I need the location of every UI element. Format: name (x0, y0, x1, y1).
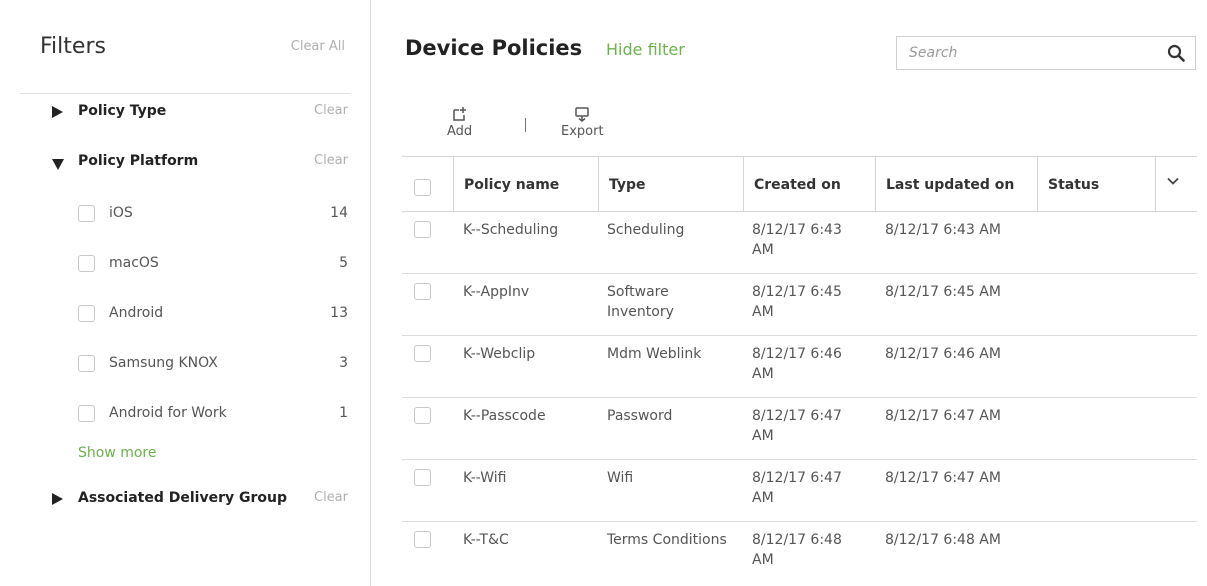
add-label: Add (447, 124, 473, 139)
column-last-updated-on[interactable]: Last updated on (875, 157, 1037, 211)
table-row[interactable]: K--AppInv Software Inventory 8/12/17 6:4… (402, 274, 1197, 336)
checkbox[interactable] (78, 355, 95, 372)
option-count: 1 (339, 405, 348, 421)
table-row[interactable]: K--Wifi Wifi 8/12/17 6:47 AM 8/12/17 6:4… (402, 460, 1197, 522)
option-label: Samsung KNOX (109, 355, 218, 371)
column-label: Policy name (464, 177, 560, 193)
table-header: Policy name Type Created on Last updated… (402, 156, 1197, 212)
column-label: Last updated on (886, 177, 1015, 193)
table-row[interactable]: K--T&C Terms Conditions 8/12/17 6:48 AM … (402, 522, 1197, 584)
column-label: Status (1048, 177, 1100, 193)
column-chooser (1155, 157, 1197, 211)
expand-down-icon (52, 159, 64, 170)
filters-title: Filters (40, 34, 106, 59)
clear-policy-platform-button[interactable]: Clear (314, 153, 348, 168)
filter-section-associated-delivery-group[interactable]: Associated Delivery Group Clear (52, 488, 352, 512)
platform-option-samsung-knox[interactable]: Samsung KNOX 3 (78, 353, 348, 375)
cell-created-on: 8/12/17 6:48 AM (752, 532, 842, 568)
clear-policy-type-button[interactable]: Clear (314, 103, 348, 118)
option-count: 5 (339, 255, 348, 271)
filter-section-label: Associated Delivery Group (78, 490, 287, 506)
cell-last-updated-on: 8/12/17 6:47 AM (885, 408, 1001, 424)
option-count: 13 (330, 305, 348, 321)
cell-type: Software Inventory (607, 284, 674, 320)
cell-policy-name: K--Scheduling (463, 222, 559, 238)
filters-header: Filters Clear All (20, 0, 351, 94)
cell-created-on: 8/12/17 6:46 AM (752, 346, 842, 382)
cell-created-on: 8/12/17 6:45 AM (752, 284, 842, 320)
option-label: Android (109, 305, 164, 321)
clear-delivery-group-button[interactable]: Clear (314, 490, 348, 505)
expand-right-icon (52, 493, 63, 505)
row-checkbox[interactable] (414, 469, 431, 486)
row-checkbox[interactable] (414, 345, 431, 362)
add-icon (452, 107, 466, 121)
cell-created-on: 8/12/17 6:47 AM (752, 408, 842, 444)
column-created-on[interactable]: Created on (743, 157, 875, 211)
cell-type: Wifi (607, 470, 634, 486)
platform-option-macos[interactable]: macOS 5 (78, 253, 348, 275)
checkbox[interactable] (78, 255, 95, 272)
chevron-down-icon[interactable] (1166, 174, 1180, 188)
option-label: macOS (109, 255, 159, 271)
cell-policy-name: K--T&C (463, 532, 509, 548)
table-row[interactable]: K--Passcode Password 8/12/17 6:47 AM 8/1… (402, 398, 1197, 460)
cell-created-on: 8/12/17 6:43 AM (752, 222, 842, 258)
platform-option-android[interactable]: Android 13 (78, 303, 348, 325)
table-row[interactable]: K--Webclip Mdm Weblink 8/12/17 6:46 AM 8… (402, 336, 1197, 398)
row-checkbox[interactable] (414, 283, 431, 300)
toolbar-separator (525, 118, 526, 132)
checkbox[interactable] (78, 305, 95, 322)
show-more-link[interactable]: Show more (78, 445, 157, 461)
column-status[interactable]: Status (1037, 157, 1155, 211)
cell-policy-name: K--Wifi (463, 470, 507, 486)
page-title: Device Policies (405, 36, 583, 60)
platform-option-android-for-work[interactable]: Android for Work 1 (78, 403, 348, 425)
filter-section-label: Policy Type (78, 103, 167, 119)
row-checkbox[interactable] (414, 407, 431, 424)
table-row[interactable]: K--Scheduling Scheduling 8/12/17 6:43 AM… (402, 212, 1197, 274)
cell-last-updated-on: 8/12/17 6:48 AM (885, 532, 1001, 548)
cell-last-updated-on: 8/12/17 6:43 AM (885, 222, 1001, 238)
cell-created-on: 8/12/17 6:47 AM (752, 470, 842, 506)
checkbox[interactable] (78, 205, 95, 222)
cell-last-updated-on: 8/12/17 6:47 AM (885, 470, 1001, 486)
search-box[interactable] (896, 36, 1196, 70)
column-type[interactable]: Type (598, 157, 743, 211)
add-button[interactable]: Add (447, 106, 472, 139)
filter-section-policy-type[interactable]: Policy Type Clear (52, 101, 352, 125)
select-all-column (402, 157, 453, 211)
select-all-checkbox[interactable] (414, 179, 431, 196)
cell-last-updated-on: 8/12/17 6:46 AM (885, 346, 1001, 362)
clear-all-button[interactable]: Clear All (291, 39, 345, 54)
export-label: Export (561, 124, 604, 139)
checkbox[interactable] (78, 405, 95, 422)
export-button[interactable]: Export (561, 106, 604, 139)
option-count: 3 (339, 355, 348, 371)
search-icon[interactable] (1167, 44, 1185, 62)
cell-policy-name: K--Webclip (463, 346, 536, 362)
row-checkbox[interactable] (414, 531, 431, 548)
cell-last-updated-on: 8/12/17 6:45 AM (885, 284, 1001, 300)
option-count: 14 (330, 205, 348, 221)
export-icon (575, 107, 590, 122)
search-input[interactable] (903, 41, 1143, 65)
cell-type: Mdm Weblink (607, 346, 702, 362)
platform-option-ios[interactable]: iOS 14 (78, 203, 348, 225)
filter-section-policy-platform[interactable]: Policy Platform Clear (52, 151, 352, 175)
cell-policy-name: K--Passcode (463, 408, 546, 424)
row-checkbox[interactable] (414, 221, 431, 238)
option-label: Android for Work (109, 405, 227, 421)
expand-right-icon (52, 106, 63, 118)
cell-type: Scheduling (607, 222, 685, 238)
column-policy-name[interactable]: Policy name (453, 157, 598, 211)
column-label: Type (609, 177, 646, 193)
hide-filter-link[interactable]: Hide filter (606, 40, 685, 59)
option-label: iOS (109, 205, 133, 221)
cell-policy-name: K--AppInv (463, 284, 530, 300)
cell-type: Terms Conditions (607, 532, 727, 548)
cell-type: Password (607, 408, 673, 424)
column-label: Created on (754, 177, 841, 193)
filter-section-label: Policy Platform (78, 153, 199, 169)
